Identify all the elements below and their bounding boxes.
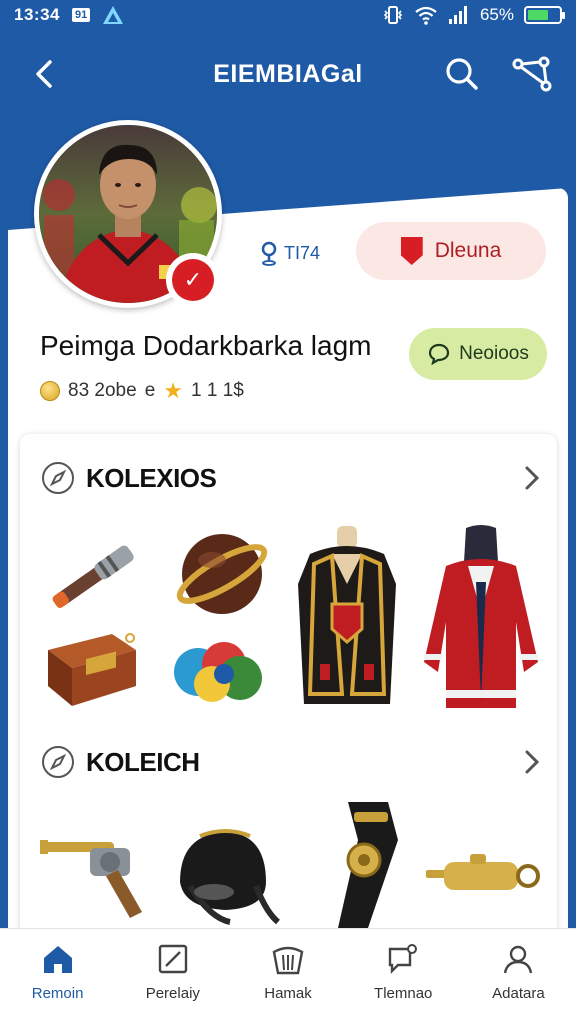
basket-icon xyxy=(272,946,304,975)
bottom-nav: Remoin Perelaiy Hamak Tlemnao Adatara xyxy=(0,928,576,1024)
item-baton[interactable] xyxy=(38,526,148,631)
search-icon xyxy=(446,58,478,90)
section-header-koleich[interactable]: KOLEICH xyxy=(42,740,542,784)
compass-icon xyxy=(42,462,74,494)
profile-name: Peimga Dodarkbarka lagm xyxy=(40,330,372,361)
share-nodes-icon xyxy=(512,56,552,92)
item-jacket[interactable] xyxy=(416,522,546,717)
star-icon: ★ xyxy=(163,378,183,403)
ball-item-icon xyxy=(176,534,268,614)
profile-stats: 83 2obe e ★ 1 1 1$ xyxy=(40,378,244,404)
nav-label: Remoin xyxy=(31,985,84,1002)
nav-item-home[interactable]: Remoin xyxy=(0,929,115,1024)
key-item-icon xyxy=(426,854,540,890)
nav-item-chat[interactable]: Tlemnao xyxy=(346,929,461,1024)
coins-value: 83 2obe xyxy=(68,380,137,401)
coin-icon xyxy=(40,381,60,401)
home-icon xyxy=(43,946,72,973)
nav-item-edit[interactable]: Perelaiy xyxy=(115,929,230,1024)
status-bar: 13:34 91 65% xyxy=(0,0,576,30)
check-icon: ✓ xyxy=(172,259,214,301)
item-key[interactable] xyxy=(424,850,544,915)
item-vest[interactable] xyxy=(292,524,402,719)
section-header-kolexios[interactable]: KOLEXIOS xyxy=(42,456,542,500)
vibrate-icon xyxy=(383,6,403,24)
nav-item-profile[interactable]: Adatara xyxy=(461,929,576,1024)
nav-item-basket[interactable]: Hamak xyxy=(230,929,345,1024)
compass-icon xyxy=(42,746,74,778)
share-button[interactable] xyxy=(510,54,554,94)
rating-value: 1 1 1$ xyxy=(191,380,244,401)
message-button-label: Neoioos xyxy=(459,343,529,364)
search-button[interactable] xyxy=(442,54,482,94)
nav-label: Perelaiy xyxy=(145,985,200,1002)
box-item-icon xyxy=(48,633,136,706)
vest-item-icon xyxy=(298,526,396,704)
battery-level xyxy=(528,10,548,20)
item-pistol[interactable] xyxy=(40,826,150,931)
nav-label: Tlemnao xyxy=(374,985,433,1002)
nav-label: Adatara xyxy=(492,985,545,1002)
verified-badge: ✓ xyxy=(166,253,220,307)
app-notification-icon xyxy=(103,6,124,24)
chat-bubble-icon xyxy=(429,343,450,366)
location-pin-icon xyxy=(261,241,277,266)
collections-card: KOLEXIOS KOLEICH xyxy=(20,434,557,964)
strap-item-icon xyxy=(338,802,398,928)
item-box[interactable] xyxy=(42,620,142,715)
message-button[interactable]: Neoioos xyxy=(409,328,547,380)
coins-suffix: e xyxy=(144,380,156,401)
profile-icon xyxy=(504,945,533,974)
item-helmet[interactable] xyxy=(170,822,281,937)
badges-item-icon xyxy=(174,642,262,702)
nav-label: Hamak xyxy=(264,985,312,1002)
location-stat: TI74 xyxy=(258,240,320,266)
chat-icon xyxy=(389,944,418,974)
item-ball[interactable] xyxy=(170,522,274,631)
location-stat-value: TI74 xyxy=(284,242,321,263)
home-indicator[interactable] xyxy=(198,1016,378,1022)
status-time: 13:34 xyxy=(14,5,60,24)
shield-icon xyxy=(400,237,423,265)
follow-button-label: Dleuna xyxy=(434,239,502,262)
helmet-item-icon xyxy=(180,829,281,925)
baton-item-icon xyxy=(52,545,134,608)
page-title: EIEMBIAGal xyxy=(213,60,363,88)
edit-icon xyxy=(158,944,187,974)
follow-button[interactable]: Dleuna xyxy=(356,222,546,280)
jacket-item-icon xyxy=(424,525,538,708)
signal-icon xyxy=(448,6,467,24)
section-title: KOLEXIOS xyxy=(86,462,217,493)
item-strap[interactable] xyxy=(318,800,408,935)
item-badges[interactable] xyxy=(168,630,268,715)
app-header: EIEMBIAGal xyxy=(0,40,576,110)
pistol-item-icon xyxy=(40,840,142,918)
chevron-right-icon xyxy=(525,466,540,490)
section-title: KOLEICH xyxy=(86,746,200,777)
notification-badge: 91 xyxy=(71,8,91,22)
battery-icon xyxy=(524,6,565,24)
wifi-icon xyxy=(415,6,437,25)
chevron-right-icon xyxy=(525,750,540,774)
battery-percent: 65% xyxy=(479,5,514,24)
